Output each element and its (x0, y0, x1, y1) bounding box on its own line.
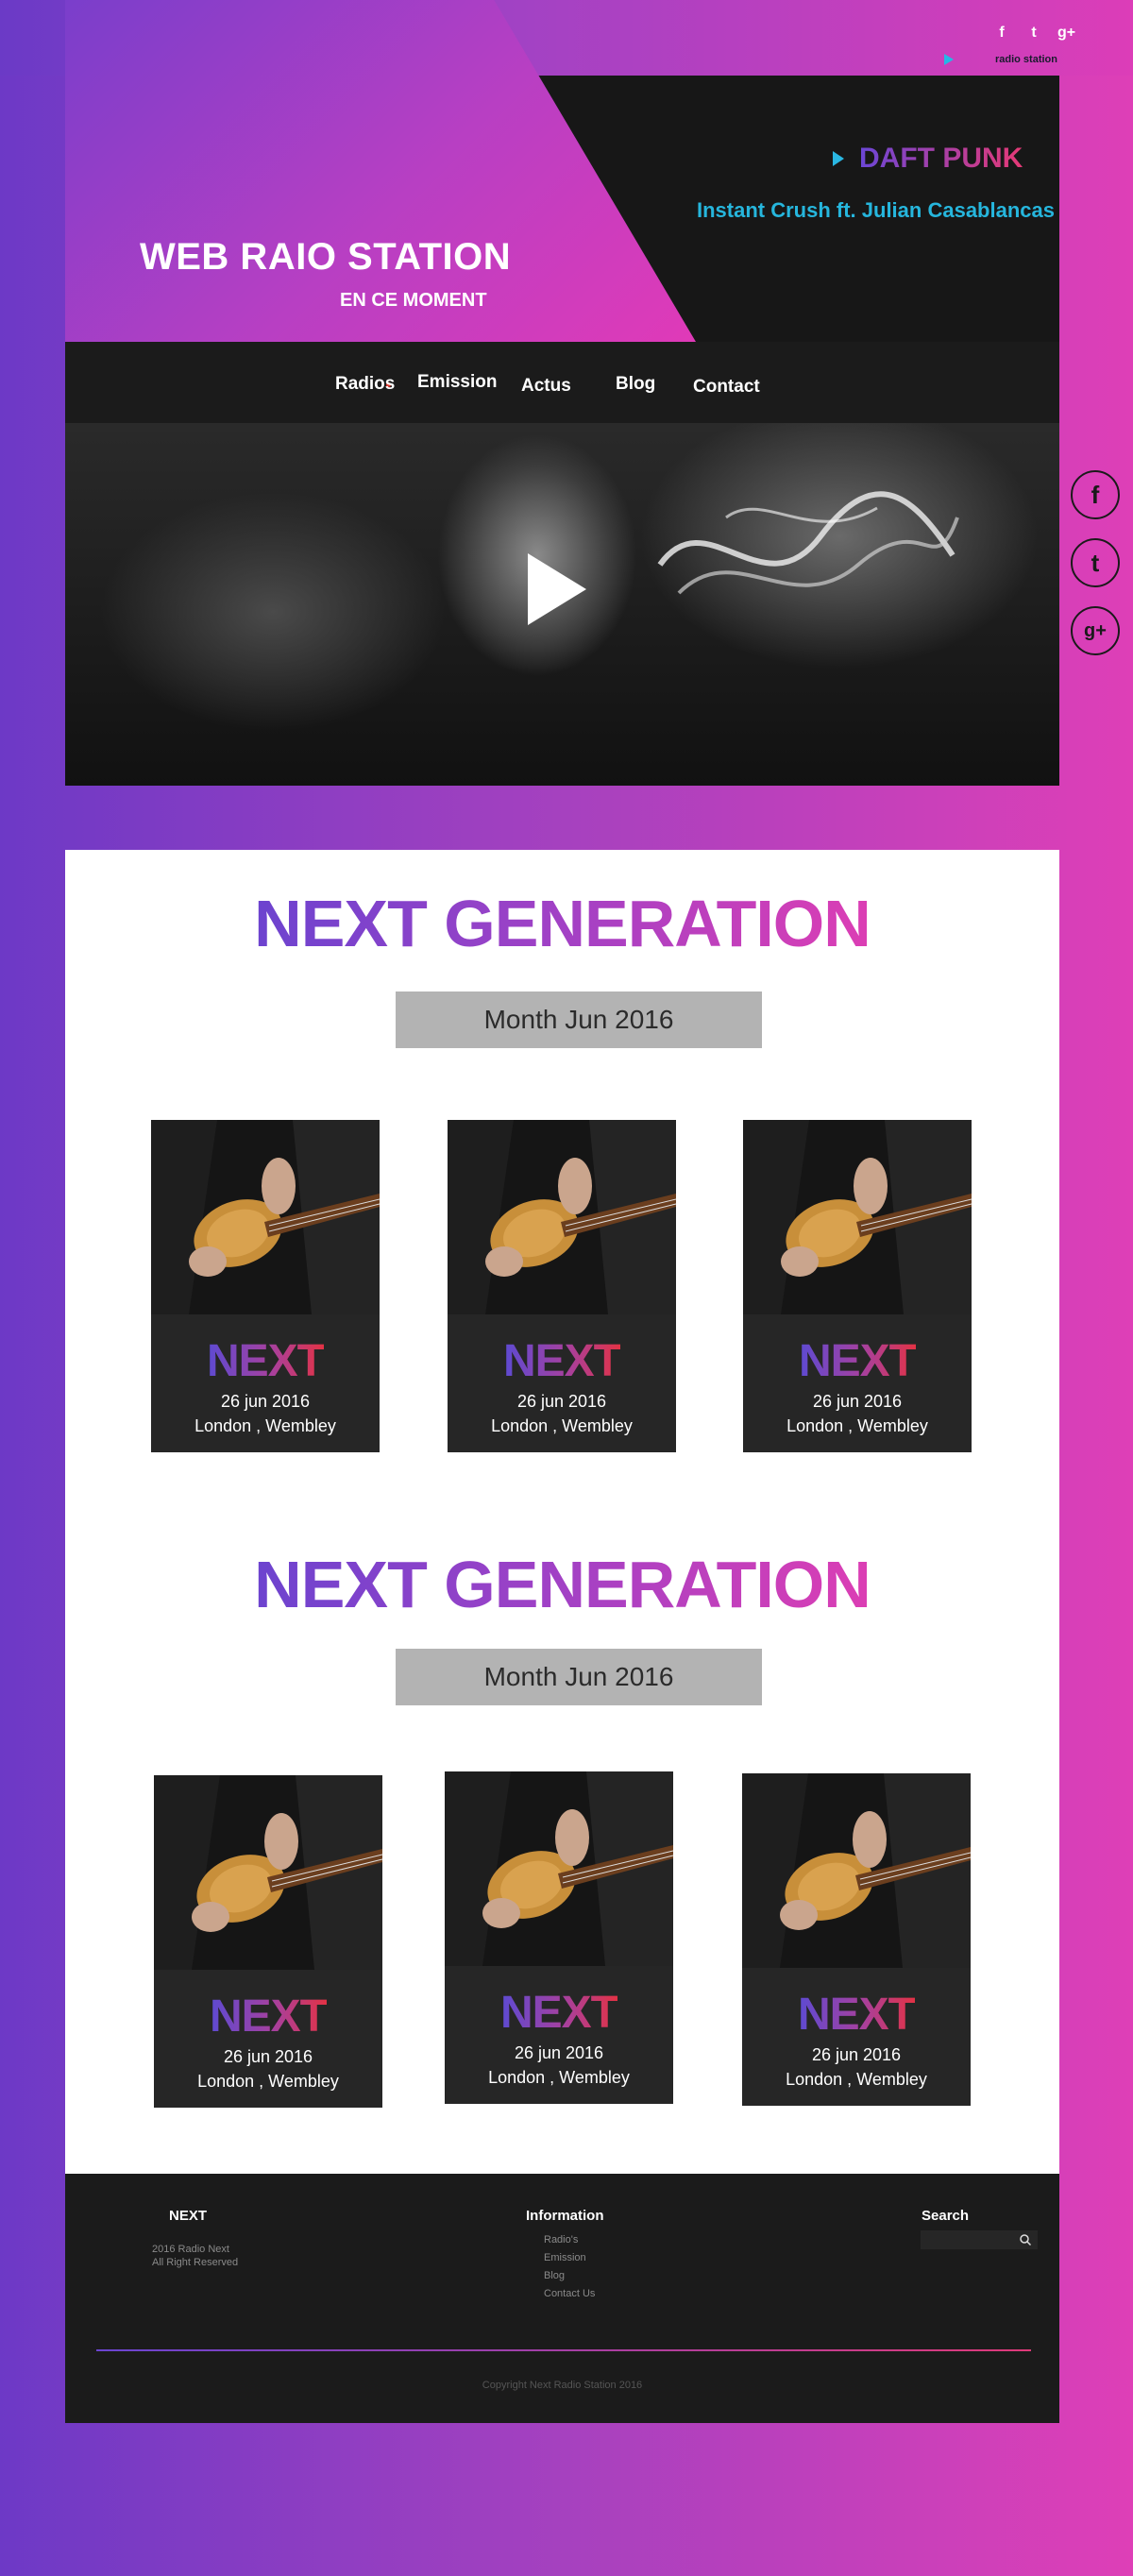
hero-artwork (657, 491, 959, 595)
hero-video[interactable] (65, 423, 1059, 786)
event-place: London , Wembley (197, 2072, 339, 2091)
event-date: 26 jun 2016 (516, 1392, 607, 1411)
event-title: NEXT (797, 1990, 916, 2040)
event-card[interactable]: NEXT 26 jun 2016 London , Wembley (448, 1120, 676, 1452)
play-indicator-icon (944, 54, 954, 65)
footer-text: 2016 Radio Next (152, 2244, 229, 2255)
facebook-icon[interactable]: f (993, 25, 1010, 42)
now-playing-play-icon[interactable] (833, 151, 844, 166)
google-plus-icon[interactable]: g+ (1057, 25, 1075, 42)
event-place: London , Wembley (488, 2068, 630, 2087)
event-date: 26 jun 2016 (223, 2047, 313, 2066)
station-label: radio station (994, 54, 1057, 65)
event-image (743, 1120, 972, 1314)
footer-copyright: Copyright Next Radio Station 2016 (482, 2380, 643, 2391)
site-subtitle: EN CE MOMENT (340, 290, 487, 311)
footer-search-title: Search (922, 2208, 970, 2224)
twitter-icon[interactable]: t (1025, 25, 1042, 42)
event-title: NEXT (206, 1336, 325, 1386)
month-label: Month Jun 2016 (396, 1649, 762, 1705)
footer-brand: NEXT (169, 2208, 208, 2224)
nav-item-radios[interactable]: Radios (335, 374, 395, 395)
site-title: WEB RAIO STATION (140, 236, 512, 278)
now-playing-track: Instant Crush ft. Julian Casablancas (697, 198, 1055, 222)
event-title: NEXT (499, 1988, 618, 2038)
event-place: London , Wembley (491, 1416, 633, 1435)
side-social-icons: f t g+ (1071, 470, 1120, 655)
google-plus-icon[interactable]: g+ (1071, 606, 1120, 655)
event-card[interactable]: NEXT 26 jun 2016 London , Wembley (743, 1120, 972, 1452)
event-image (445, 1771, 673, 1966)
nav-item-actus[interactable]: Actus (521, 376, 571, 397)
footer-link[interactable]: Blog (544, 2270, 565, 2281)
top-social-icons: f t g+ (993, 25, 1075, 42)
event-date: 26 jun 2016 (514, 2043, 604, 2062)
event-image (448, 1120, 676, 1314)
event-title: NEXT (209, 1991, 328, 2042)
footer-text: All Right Reserved (152, 2257, 239, 2268)
main-nav: Radios Emission Actus Blog Contact (65, 342, 1059, 423)
footer-search-input[interactable] (921, 2230, 1038, 2249)
event-image (151, 1120, 380, 1314)
event-place: London , Wembley (194, 1416, 336, 1435)
event-date: 26 jun 2016 (812, 1392, 903, 1411)
event-date: 26 jun 2016 (220, 1392, 311, 1411)
event-card[interactable]: NEXT 26 jun 2016 London , Wembley (154, 1775, 382, 2108)
search-icon[interactable] (1019, 2233, 1032, 2246)
footer: NEXT 2016 Radio Next All Right Reserved … (65, 2174, 1059, 2423)
footer-divider (96, 2349, 1031, 2351)
event-card[interactable]: NEXT 26 jun 2016 London , Wembley (742, 1773, 971, 2106)
main-content: NEXT GENERATION Month Jun 2016 NEXT 26 j… (65, 850, 1059, 2174)
event-title: NEXT (502, 1336, 621, 1386)
event-place: London , Wembley (786, 1416, 928, 1435)
event-card[interactable]: NEXT 26 jun 2016 London , Wembley (445, 1771, 673, 2104)
month-label: Month Jun 2016 (396, 991, 762, 1048)
play-icon[interactable] (528, 553, 586, 625)
footer-link[interactable]: Radio's (544, 2234, 578, 2246)
nav-item-blog[interactable]: Blog (616, 374, 655, 395)
event-image (742, 1773, 971, 1968)
facebook-icon[interactable]: f (1071, 470, 1120, 519)
nav-item-emission[interactable]: Emission (417, 372, 497, 393)
event-card[interactable]: NEXT 26 jun 2016 London , Wembley (151, 1120, 380, 1452)
section-title: NEXT GENERATION (254, 887, 871, 960)
event-title: NEXT (798, 1336, 917, 1386)
footer-link[interactable]: Contact Us (544, 2288, 595, 2299)
nav-item-contact[interactable]: Contact (693, 377, 760, 398)
footer-link[interactable]: Emission (544, 2252, 586, 2263)
event-image (154, 1775, 382, 1970)
footer-info-title: Information (526, 2208, 604, 2224)
now-playing-artist: DAFT PUNK (859, 143, 1023, 174)
twitter-icon[interactable]: t (1071, 538, 1120, 587)
event-place: London , Wembley (786, 2070, 927, 2089)
event-date: 26 jun 2016 (811, 2045, 902, 2064)
section-title: NEXT GENERATION (254, 1548, 871, 1621)
